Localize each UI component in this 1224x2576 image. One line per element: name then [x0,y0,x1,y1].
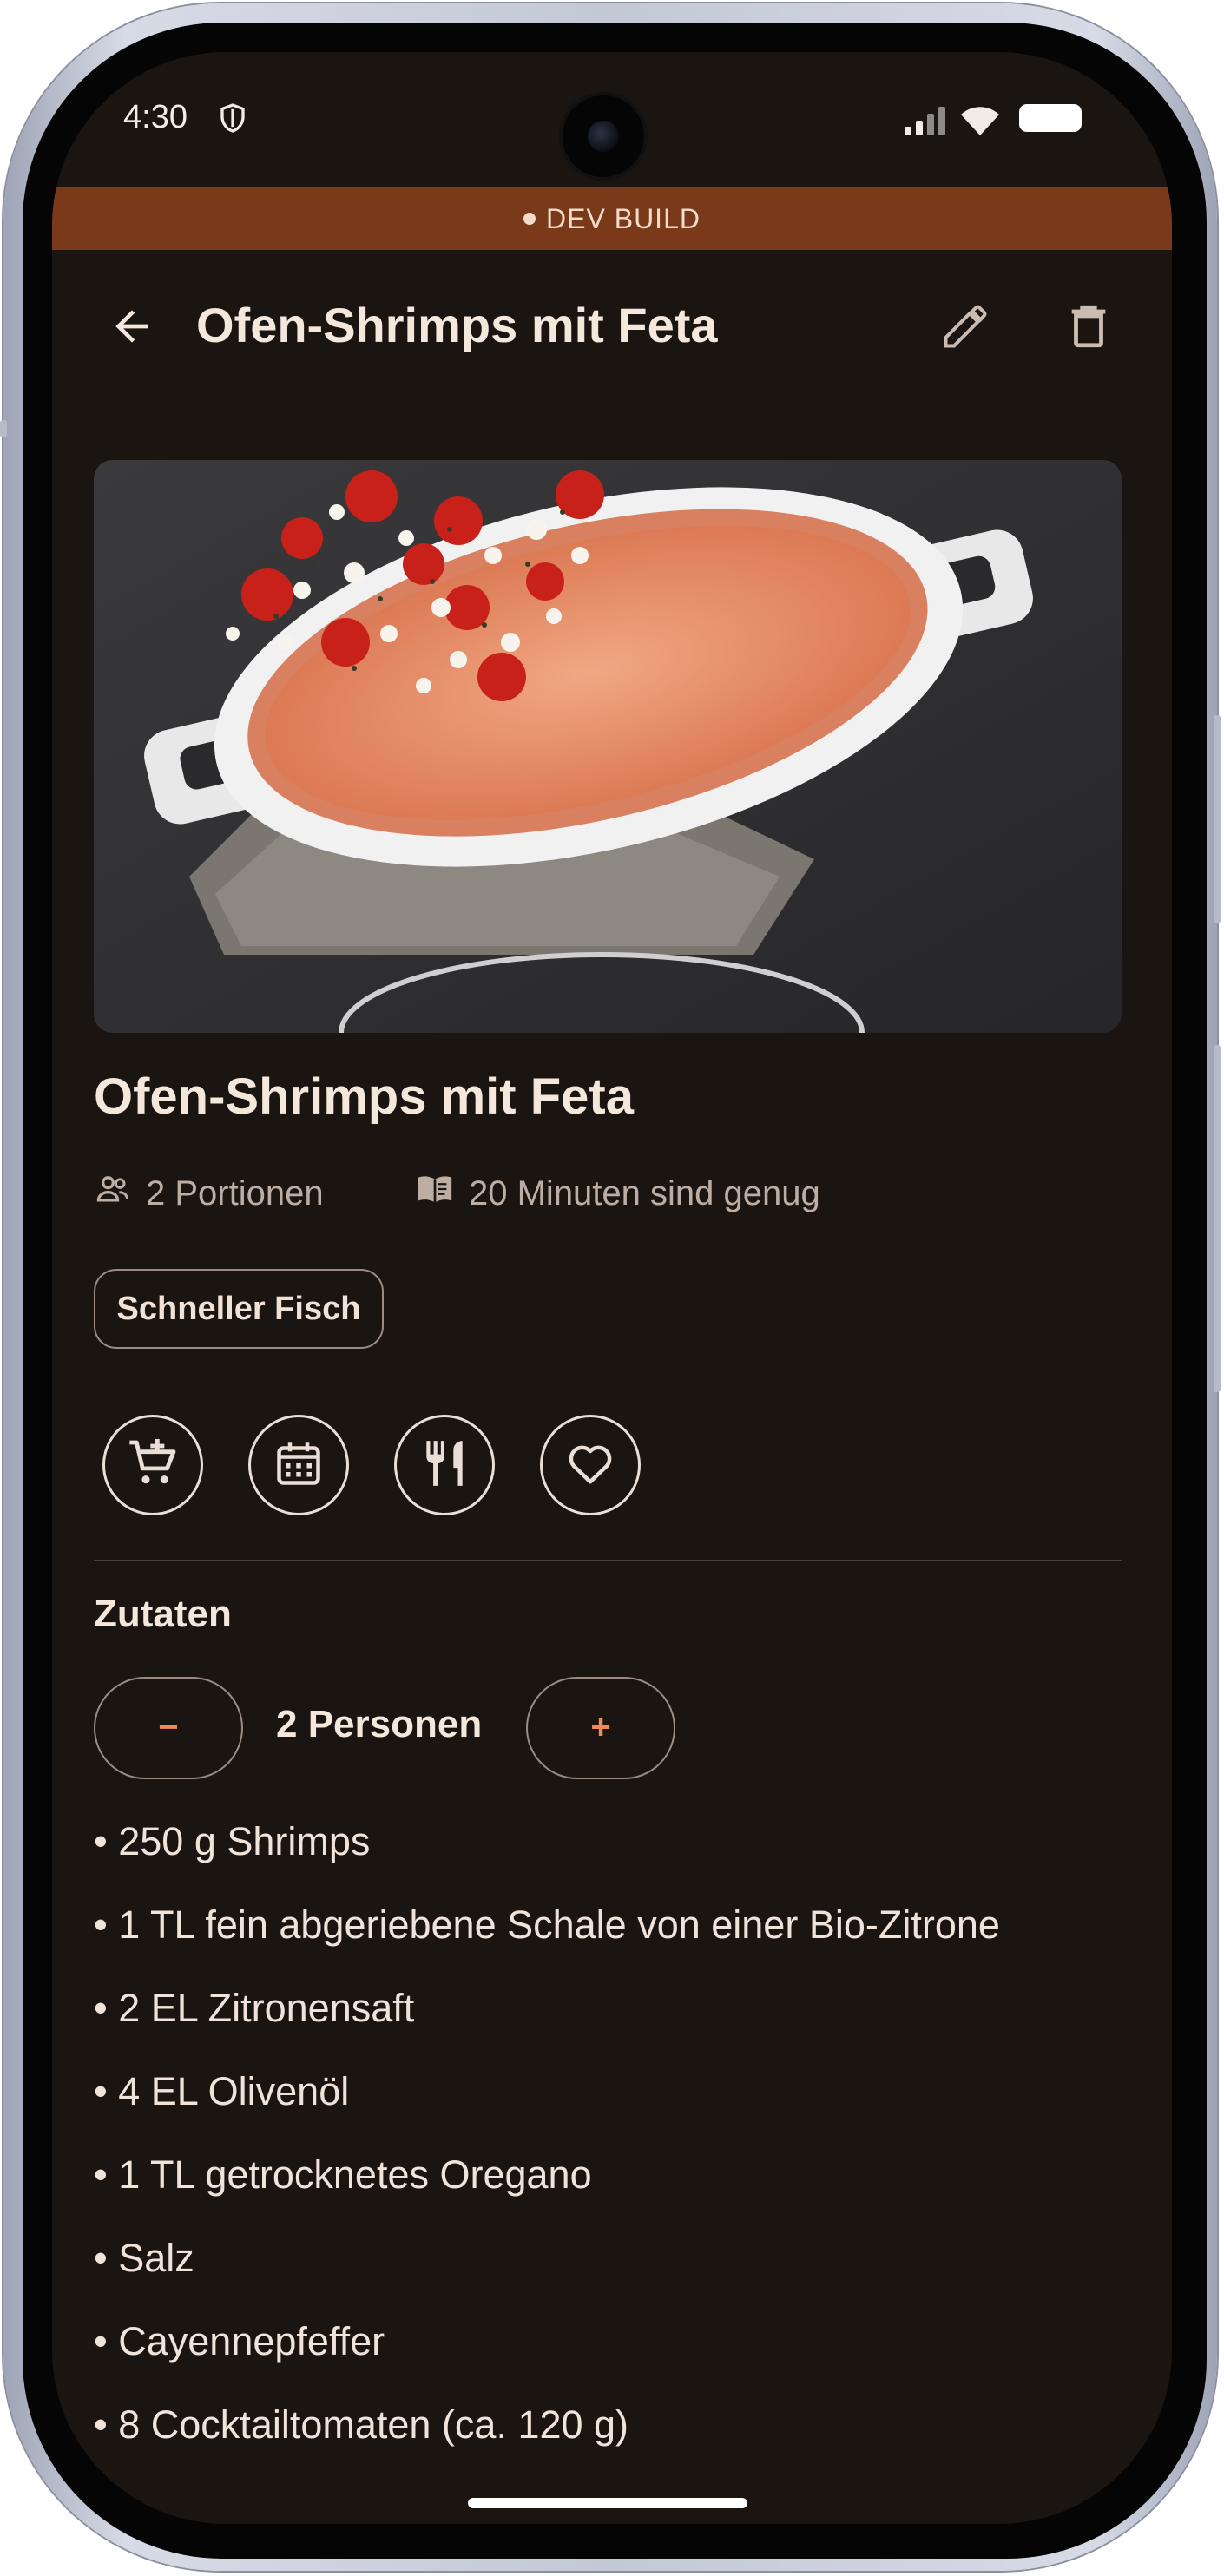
ingredient-item: • 2 EL Zitronensaft [94,1986,415,2030]
cook-button[interactable] [394,1415,495,1515]
calendar-icon [273,1437,325,1494]
ingredient-item: • 1 TL fein abgeriebene Schale von einer… [94,1902,1000,1947]
section-divider [94,1560,1122,1561]
pencil-icon [939,300,991,357]
app-bar-title: Ofen-Shrimps mit Feta [196,298,718,352]
side-button [1214,715,1221,923]
add-to-calendar-button[interactable] [248,1415,349,1515]
app-screen: 4:30 DEV BUILD Ofen-Shrimps mit Feta Ofe… [52,52,1172,2524]
signal-icon [903,106,950,140]
arrow-back-icon [108,302,156,355]
recipe-title: Ofen-Shrimps mit Feta [94,1068,634,1125]
back-button[interactable] [89,285,175,371]
battery-icon [1019,104,1082,132]
status-time: 4:30 [123,99,188,135]
ingredient-item: • Salz [94,2236,194,2280]
persons-count: 2 Personen [276,1703,483,1745]
trash-icon [1063,301,1114,356]
dev-build-label: DEV BUILD [546,203,701,234]
favorite-button[interactable] [540,1415,641,1515]
home-indicator[interactable] [468,2498,747,2508]
decrease-persons-button[interactable]: − [94,1677,243,1779]
ingredient-item: • 250 g Shrimps [94,1819,371,1863]
top-app-bar: Ofen-Shrimps mit Feta [52,250,1172,398]
cart-add-icon [125,1436,181,1495]
duration-info: 20 Minuten sind genug [415,1167,820,1219]
increase-persons-button[interactable]: + [526,1677,675,1779]
heart-icon [564,1437,616,1494]
dot-icon [523,212,536,225]
status-bar: 4:30 [52,52,1172,187]
people-icon [94,1170,146,1217]
add-to-cart-button[interactable] [102,1415,203,1515]
recipe-photo [94,460,1122,1033]
side-button [0,420,7,437]
delete-button[interactable] [1045,285,1132,371]
duration-text: 20 Minuten sind genug [469,1173,820,1212]
shield-icon [217,101,248,140]
front-camera [563,95,644,177]
dev-build-banner: DEV BUILD [52,187,1172,250]
ingredient-item: • Cayennepfeffer [94,2319,385,2363]
book-icon [415,1169,469,1218]
wifi-icon [958,102,1002,141]
category-chip[interactable]: Schneller Fisch [94,1269,384,1349]
restaurant-icon [418,1436,471,1495]
ingredients-heading: Zutaten [94,1593,232,1635]
servings-info: 2 Portionen [94,1167,324,1219]
servings-text: 2 Portionen [146,1173,324,1212]
ingredient-item: • 8 Cocktailtomaten (ca. 120 g) [94,2402,629,2447]
ingredient-item: • 4 EL Olivenöl [94,2069,350,2113]
side-button [1214,1045,1221,1392]
ingredient-item: • 1 TL getrocknetes Oregano [94,2152,592,2197]
edit-button[interactable] [922,285,1009,371]
